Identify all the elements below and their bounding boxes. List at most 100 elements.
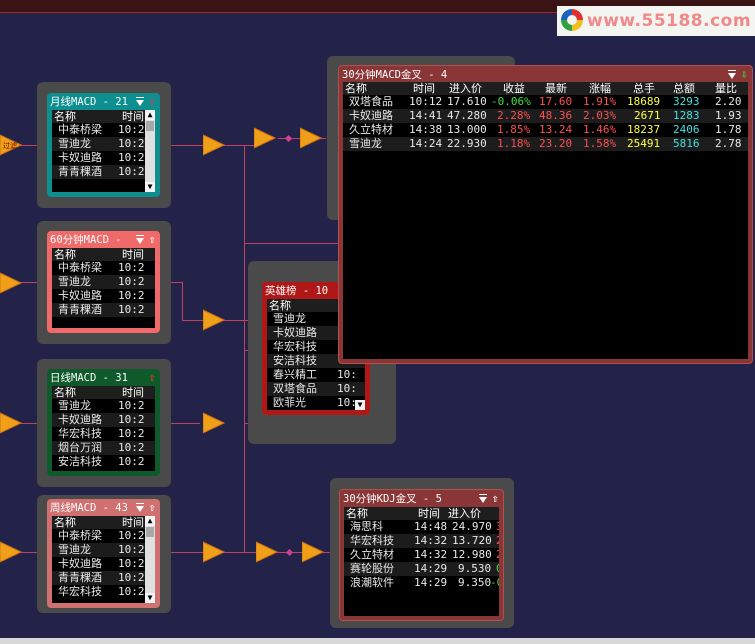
table-row[interactable]: 久立特材 14:32 12.980 2 — [344, 548, 499, 562]
col-header-time[interactable]: 时间 — [413, 82, 435, 95]
list-item[interactable]: 雪迪龙 — [58, 543, 91, 557]
col-header-entry-price[interactable]: 进入价 — [448, 507, 481, 520]
list-item[interactable]: 中泰桥梁 — [58, 261, 102, 275]
list-item[interactable]: 华宏科技 — [58, 585, 102, 599]
list-item[interactable]: 中泰桥梁 — [58, 123, 102, 137]
scroll-down-icon[interactable]: ▼ — [145, 182, 155, 192]
list-item[interactable]: 欧菲光 — [273, 396, 306, 410]
menu-icon[interactable] — [478, 493, 488, 505]
scroll-down-icon[interactable]: ▼ — [145, 593, 155, 603]
macd30-golden-cross-panel[interactable]: 30分钟MACD金叉 - 4 ⇩ 名称 时间 进入价 收益 最新 涨幅 总手 总… — [338, 65, 753, 364]
list-item[interactable]: 雪迪龙 — [58, 275, 91, 289]
col-header-last[interactable]: 最新 — [545, 82, 567, 95]
scrollbar[interactable]: ▲ ▼ — [145, 110, 155, 192]
list-item[interactable]: 雪迪龙 — [58, 137, 91, 151]
col-header-name[interactable]: 名称 — [346, 507, 368, 520]
col-header-name[interactable]: 名称 — [54, 386, 76, 399]
col-header-time[interactable]: 时间 — [122, 248, 144, 261]
col-header-name[interactable]: 名称 — [54, 516, 76, 529]
table-row[interactable]: 华宏科技 14:32 13.720 2 — [344, 534, 499, 548]
list-item[interactable]: 安洁科技 — [58, 455, 102, 469]
list-item[interactable]: 卡奴迪路 — [58, 557, 102, 571]
col-header-time[interactable]: 时间 — [122, 386, 144, 399]
col-header-entry-price[interactable]: 进入价 — [449, 82, 482, 95]
col-header-time[interactable]: 时间 — [122, 110, 144, 123]
menu-icon[interactable] — [135, 234, 145, 246]
filter-node[interactable] — [0, 272, 22, 294]
table-row[interactable]: 双塔食品 10:12 17.610 -0.06% 17.60 1.91% 186… — [343, 95, 748, 109]
list-item[interactable]: 卡奴迪路 — [273, 326, 317, 340]
col-header-vol-ratio[interactable]: 量比 — [715, 82, 737, 95]
time-cell: 10:2 — [118, 529, 145, 542]
col-header-name[interactable]: 名称 — [54, 110, 76, 123]
arrow-down-icon[interactable]: ⇩ — [739, 69, 749, 81]
filter-node[interactable] — [203, 309, 225, 331]
stock-name: 久立特材 — [349, 123, 393, 136]
col-header-volume[interactable]: 总手 — [633, 82, 655, 95]
filter-node[interactable] — [254, 127, 276, 149]
filter-node[interactable] — [203, 412, 225, 434]
list-item[interactable]: 华宏科技 — [273, 340, 317, 354]
list-item[interactable]: 卡奴迪路 — [58, 151, 102, 165]
filter-node[interactable] — [203, 541, 225, 563]
col-header-amount[interactable]: 总额 — [673, 82, 695, 95]
scrollbar[interactable]: ▼ — [355, 396, 365, 410]
filter-node[interactable]: 过滤 — [0, 134, 22, 156]
col-header-gain[interactable]: 收益 — [503, 82, 525, 95]
stock-name: 赛轮股份 — [350, 562, 394, 575]
filter-node[interactable] — [0, 541, 22, 563]
filter-node[interactable] — [256, 541, 278, 563]
arrow-up-icon[interactable]: ⇧ — [147, 502, 157, 514]
list-item[interactable]: 烟台万润 — [58, 441, 102, 455]
list-item[interactable]: 安洁科技 — [273, 354, 317, 368]
table-row[interactable]: 赛轮股份 14:29 9.530 0 — [344, 562, 499, 576]
list-item[interactable]: 春兴精工 — [273, 368, 317, 382]
menu-icon[interactable] — [135, 502, 145, 514]
daily-macd-panel[interactable]: 日线MACD - 31 ⇧ 名称 时间 雪迪龙 10:2 卡奴迪路 10:2 华宏科技… — [47, 369, 160, 476]
table-row[interactable]: 海思科 14:48 24.970 3 — [344, 520, 499, 534]
table-row[interactable]: 雪迪龙 14:24 22.930 1.18% 23.20 1.58% 25491… — [343, 137, 748, 151]
panel-title: 日线MACD - 31 — [50, 372, 128, 384]
menu-icon[interactable] — [135, 96, 145, 108]
list-item[interactable]: 雪迪龙 — [273, 312, 306, 326]
scrollbar[interactable]: ▲ ▼ — [145, 516, 155, 603]
min60-macd-panel[interactable]: 60分钟MACD - ⇧ 名称 时间 中泰桥梁 10:2 雪迪龙 10:2 卡奴迪路 1… — [47, 231, 160, 333]
col-header-time[interactable]: 时间 — [418, 507, 440, 520]
list-item[interactable]: 雪迪龙 — [58, 399, 91, 413]
kdj30-golden-cross-panel[interactable]: 30分钟KDJ金叉 - 5 ⇧ 名称 时间 进入价 海思科 14:48 24.970… — [339, 489, 504, 621]
arrow-up-icon[interactable]: ⇧ — [147, 372, 157, 384]
scroll-up-icon[interactable]: ▲ — [145, 110, 155, 120]
list-item[interactable]: 青青稞酒 — [58, 571, 102, 585]
col-header-time[interactable]: 时间 — [122, 516, 144, 529]
weekly-macd-panel[interactable]: 周线MACD - 43 ⇧ 名称 时间 中泰桥梁 10:2 雪迪龙 10:2 卡奴迪路… — [47, 499, 160, 608]
arrow-up-icon[interactable]: ⇧ — [147, 234, 157, 246]
table-row[interactable]: 浪潮软件 14:29 9.350-0 — [344, 576, 499, 590]
scroll-up-icon[interactable]: ▲ — [145, 516, 155, 526]
scroll-down-icon[interactable]: ▼ — [355, 400, 365, 410]
list-item[interactable]: 卡奴迪路 — [58, 289, 102, 303]
stock-name: 海思科 — [350, 520, 383, 533]
list-item[interactable]: 卡奴迪路 — [58, 413, 102, 427]
filter-node[interactable] — [302, 541, 324, 563]
table-row[interactable]: 久立特材 14:38 13.000 1.85% 13.24 1.46% 1823… — [343, 123, 748, 137]
list-item[interactable]: 青青稞酒 — [58, 165, 102, 179]
menu-icon[interactable] — [727, 69, 737, 81]
col-header-change[interactable]: 涨幅 — [589, 82, 611, 95]
bottom-scrollbar[interactable] — [0, 638, 755, 644]
table-row[interactable]: 卡奴迪路 14:41 47.280 2.28% 48.36 2.03% 2671… — [343, 109, 748, 123]
time-cell: 10:2 — [118, 137, 145, 150]
col-header-name[interactable]: 名称 — [345, 82, 367, 95]
col-header-name[interactable]: 名称 — [269, 299, 291, 312]
list-item[interactable]: 中泰桥梁 — [58, 529, 102, 543]
arrow-up-icon[interactable]: ⇧ — [490, 493, 500, 505]
filter-node[interactable] — [203, 134, 225, 156]
list-item[interactable]: 华宏科技 — [58, 427, 102, 441]
filter-node[interactable] — [300, 127, 322, 149]
list-item[interactable]: 双塔食品 — [273, 382, 317, 396]
col-header-name[interactable]: 名称 — [54, 248, 76, 261]
wire — [244, 145, 245, 553]
list-item[interactable]: 青青稞酒 — [58, 303, 102, 317]
arrow-up-icon[interactable]: ⇧ — [147, 96, 157, 108]
filter-node[interactable] — [0, 412, 22, 434]
monthly-macd-panel[interactable]: 月线MACD - 21 ⇧ 名称 时间 中泰桥梁 10:2 雪迪龙 10:2 卡奴迪路… — [47, 93, 160, 197]
